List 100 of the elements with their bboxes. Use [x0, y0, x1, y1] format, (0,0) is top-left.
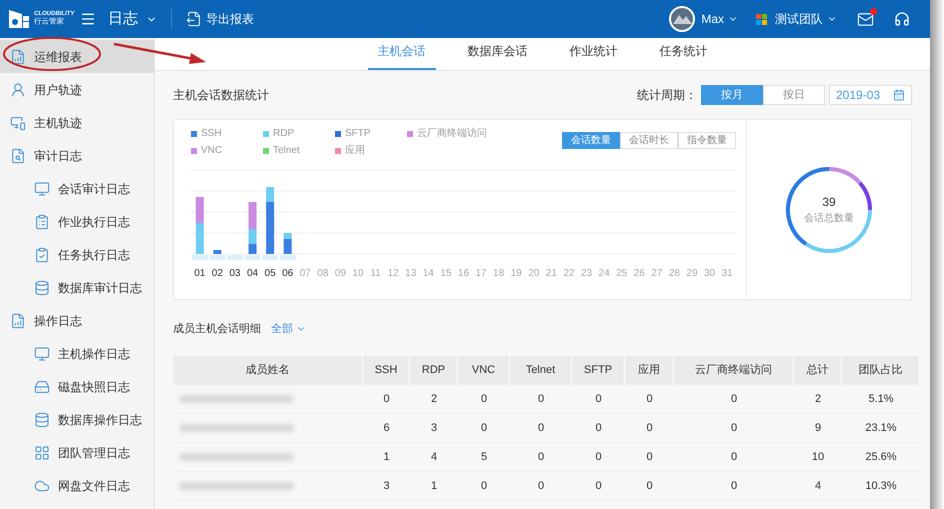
- team-menu[interactable]: 测试团队: [775, 10, 837, 28]
- day-label: 24: [598, 267, 611, 281]
- calendar-icon: [893, 89, 905, 101]
- report-icon: [10, 312, 26, 328]
- axis-highlight: [210, 255, 226, 260]
- clipboard-icon: [34, 214, 50, 230]
- legend-label: Telnet: [273, 144, 300, 158]
- sidebar-item[interactable]: 会话审计日志: [0, 172, 154, 205]
- day-label: 22: [562, 267, 576, 281]
- chart-bar: [196, 197, 204, 223]
- table-cell: 0: [625, 414, 674, 443]
- table-cell: 0: [458, 414, 510, 443]
- period-label: 统计周期：: [637, 87, 697, 104]
- table-cell: 9: [794, 414, 842, 443]
- sidebar-item[interactable]: 操作日志: [0, 304, 154, 337]
- sidebar-item[interactable]: 网盘文件日志: [0, 469, 154, 502]
- column-header: 云厂商终端访问: [674, 356, 794, 385]
- column-header: SSH: [363, 356, 410, 385]
- table-cell: 0: [674, 443, 794, 472]
- user-icon: [10, 82, 26, 98]
- day-label: 12: [386, 267, 400, 281]
- table-cell: 10.3%: [842, 472, 920, 501]
- table-cell: 0: [572, 443, 625, 472]
- grid-icon: [34, 444, 50, 460]
- day-label: 05: [264, 267, 277, 281]
- day-label: 29: [685, 267, 699, 281]
- sidebar-item[interactable]: 磁盘快照日志: [0, 370, 154, 403]
- table-cell: 1: [363, 443, 410, 472]
- tab[interactable]: 任务统计: [650, 42, 718, 70]
- table-cell: 1: [410, 472, 458, 501]
- table-cell: 0: [458, 472, 510, 501]
- monitor-icon: [34, 180, 50, 196]
- column-header: VNC: [458, 356, 510, 385]
- table-cell: 0: [510, 385, 572, 414]
- day-label: 13: [404, 267, 418, 281]
- table-cell: 0: [625, 385, 674, 414]
- day-label: 17: [474, 267, 488, 281]
- legend-label: RDP: [273, 127, 294, 141]
- day-label: 31: [720, 267, 734, 281]
- table-cell: 6: [363, 414, 410, 443]
- sidebar-item[interactable]: 用户轨迹: [0, 73, 154, 106]
- table-cell: 4: [794, 472, 842, 501]
- day-label: 16: [456, 267, 470, 281]
- table-cell: 0: [572, 385, 625, 414]
- sidebar-item[interactable]: 运维报表: [0, 40, 154, 73]
- sidebar-item[interactable]: 团队管理日志: [0, 436, 154, 469]
- period-button[interactable]: 按日: [763, 85, 825, 105]
- table-cell: 25.6%: [842, 443, 920, 472]
- avatar[interactable]: [669, 6, 696, 32]
- table-cell: 0: [363, 385, 410, 414]
- support-icon[interactable]: [894, 11, 910, 27]
- day-label: 14: [422, 267, 435, 281]
- module-dropdown[interactable]: 日志: [108, 8, 157, 30]
- table-cell: 0: [674, 472, 794, 501]
- day-label: 03: [228, 267, 242, 281]
- day-label: 28: [668, 267, 681, 281]
- mail-icon: [857, 10, 874, 28]
- sidebar-item[interactable]: 任务执行日志: [0, 238, 154, 271]
- day-label: 10: [351, 267, 365, 281]
- total-caption: 会话总数量: [804, 212, 854, 226]
- tab[interactable]: 数据库会话: [458, 42, 538, 70]
- legend-label: VNC: [201, 144, 222, 158]
- section-title: 主机会话数据统计: [173, 87, 269, 104]
- day-label: 06: [281, 267, 294, 281]
- total-count: 39: [822, 194, 836, 211]
- column-header: Telnet: [510, 356, 572, 385]
- day-label: 09: [334, 267, 347, 281]
- table-cell: 3: [410, 414, 458, 443]
- column-header: RDP: [410, 356, 458, 385]
- table-cell: 0: [674, 385, 794, 414]
- table-cell: 0: [674, 414, 794, 443]
- export-icon: [186, 11, 202, 27]
- day-label: 18: [492, 267, 506, 281]
- menu-icon[interactable]: [80, 11, 96, 27]
- sidebar-item[interactable]: 数据库操作日志: [0, 403, 154, 436]
- table-cell: 0: [510, 414, 572, 443]
- export-button[interactable]: 导出报表: [186, 10, 254, 28]
- sidebar-item[interactable]: 主机操作日志: [0, 337, 154, 370]
- sidebar-item[interactable]: 作业执行日志: [0, 205, 154, 238]
- user-menu[interactable]: Max: [701, 10, 738, 28]
- chart-bar: [213, 250, 222, 254]
- search-document-icon: [10, 148, 26, 164]
- sidebar-item[interactable]: 主机轨迹: [0, 106, 154, 139]
- table-cell: 10: [794, 443, 842, 472]
- column-header: 应用: [625, 356, 674, 385]
- metric-toggle[interactable]: 指令数量: [678, 132, 736, 149]
- tab[interactable]: 作业统计: [560, 42, 628, 70]
- table-cell: 4: [410, 443, 458, 472]
- logo-icon: [8, 8, 30, 30]
- team-logo-icon: [756, 14, 767, 24]
- metric-toggle[interactable]: 会话时长: [620, 132, 678, 149]
- day-label: 26: [632, 267, 646, 281]
- mail-button[interactable]: [857, 10, 874, 28]
- day-label: 19: [510, 267, 523, 281]
- table-cell: 0: [572, 472, 625, 501]
- sidebar-item[interactable]: 审计日志: [0, 139, 154, 172]
- table-cell: 2: [410, 385, 458, 414]
- table-cell: 3: [363, 472, 410, 501]
- day-label: 21: [544, 267, 558, 281]
- sidebar-item[interactable]: 数据库审计日志: [0, 271, 154, 304]
